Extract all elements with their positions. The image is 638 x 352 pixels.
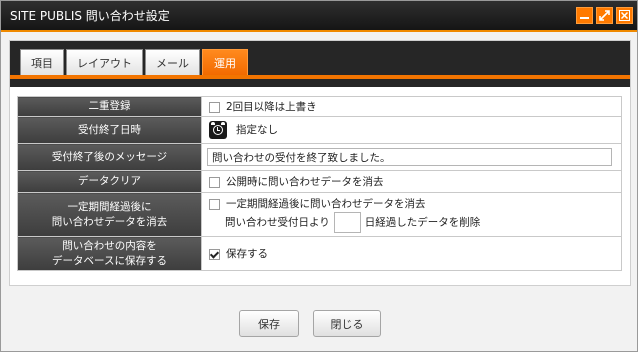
minimize-icon[interactable] [576,7,593,24]
label-period-delete-line2: 問い合わせデータを消去 [51,215,168,228]
value-period-delete: 一定期間経過後に問い合わせデータを消去 問い合わせ受付日より 日経過したデータを削… [201,192,622,237]
overwrite-checkbox[interactable] [209,101,220,113]
window-controls [576,7,637,24]
tab-underline [10,75,630,79]
maximize-icon[interactable] [596,7,613,24]
label-save-db-line1: 問い合わせの内容を [62,240,157,253]
window-title: SITE PUBLIS 問い合わせ設定 [10,9,170,23]
title-bar[interactable]: SITE PUBLIS 問い合わせ設定 [1,1,637,32]
period-delete-prefix: 問い合わせ受付日より [225,216,330,229]
value-data-clear: 公開時に問い合わせデータを消去 [201,170,622,193]
period-delete-checkbox-row: 一定期間経過後に問い合わせデータを消去 [209,196,621,211]
alarm-clock-icon[interactable] [209,121,227,139]
period-delete-days-row: 問い合わせ受付日より 日経過したデータを削除 [209,212,621,233]
period-delete-checkbox-label: 一定期間経過後に問い合わせデータを消去 [226,198,426,210]
tab-items[interactable]: 項目 [20,49,64,75]
row-end-datetime: 受付終了日時 指定なし [17,116,622,144]
row-save-db: 問い合わせの内容を データベースに保存する 保存する [17,236,622,271]
overwrite-checkbox-label: 2回目以降は上書き [226,101,317,113]
end-message-input[interactable] [207,148,612,166]
tab-bar: 項目 レイアウト メール 運用 [10,41,630,87]
row-double-registration: 二重登録 2回目以降は上書き [17,96,622,117]
close-icon[interactable] [616,7,633,24]
row-period-delete: 一定期間経過後に 問い合わせデータを消去 一定期間経過後に問い合わせデータを消去… [17,192,622,237]
tab-mail[interactable]: メール [145,49,200,75]
label-data-clear: データクリア [17,170,202,193]
clear-on-publish-label: 公開時に問い合わせデータを消去 [226,176,384,188]
value-end-datetime: 指定なし [201,116,622,144]
label-period-delete-line1: 一定期間経過後に [67,201,152,214]
end-datetime-value: 指定なし [236,124,278,136]
clear-on-publish-checkbox[interactable] [209,176,220,188]
tab-operation[interactable]: 運用 [202,49,248,75]
label-double-registration: 二重登録 [17,96,202,117]
content-panel: 項目 レイアウト メール 運用 二重登録 2回目以降は上書き 受付終了日時 指定… [9,40,631,286]
value-save-db: 保存する [201,236,622,271]
days-input[interactable] [333,212,361,233]
period-delete-suffix: 日経過したデータを削除 [364,216,481,229]
row-data-clear: データクリア 公開時に問い合わせデータを消去 [17,170,622,193]
label-period-delete: 一定期間経過後に 問い合わせデータを消去 [17,192,202,237]
save-db-checkbox-label: 保存する [226,248,268,260]
dialog-footer: 保存 閉じる [1,296,637,351]
value-double-registration: 2回目以降は上書き [201,96,622,117]
label-save-db: 問い合わせの内容を データベースに保存する [17,236,202,271]
row-end-message: 受付終了後のメッセージ [17,143,622,171]
settings-table: 二重登録 2回目以降は上書き 受付終了日時 指定なし 受付終了後のメッセージ デ… [17,96,622,271]
period-delete-checkbox[interactable] [209,198,220,210]
tab-layout[interactable]: レイアウト [66,49,143,75]
save-db-checkbox[interactable] [209,248,220,260]
label-end-message: 受付終了後のメッセージ [17,143,202,171]
settings-dialog: SITE PUBLIS 問い合わせ設定 項目 レイアウト メール 運用 二重登録 [0,0,638,352]
save-button[interactable]: 保存 [239,310,299,337]
label-save-db-line2: データベースに保存する [52,254,167,267]
value-end-message [201,143,622,171]
close-button[interactable]: 閉じる [313,310,381,337]
label-end-datetime: 受付終了日時 [17,116,202,144]
